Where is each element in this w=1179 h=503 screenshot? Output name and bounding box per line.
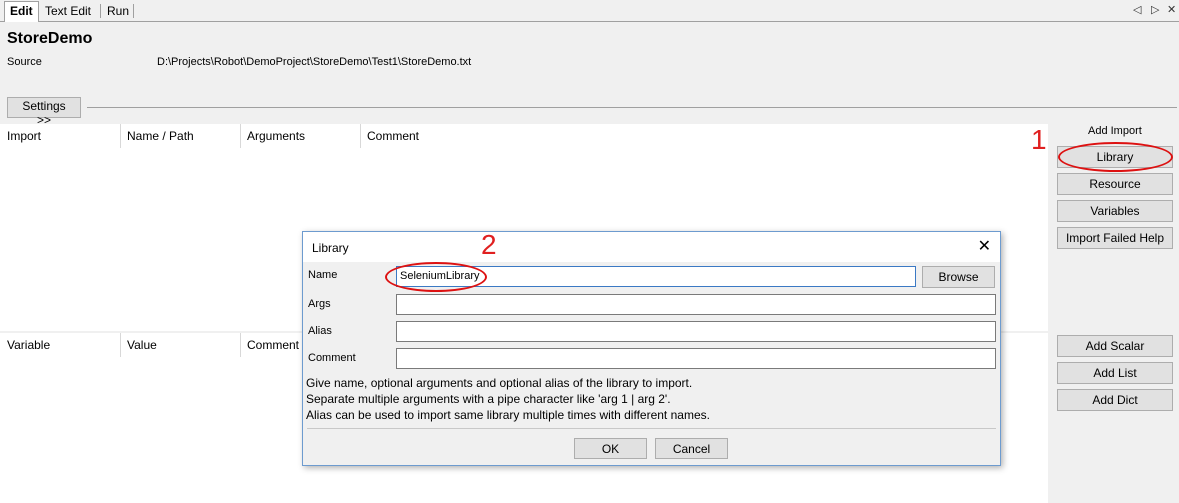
ok-button[interactable]: OK bbox=[574, 438, 647, 459]
resource-button[interactable]: Resource bbox=[1057, 173, 1173, 195]
column-header-comment[interactable]: Comment bbox=[247, 338, 299, 352]
column-header-comment[interactable]: Comment bbox=[367, 129, 419, 143]
dialog-divider bbox=[307, 428, 996, 429]
import-failed-help-button[interactable]: Import Failed Help bbox=[1057, 227, 1173, 249]
tab-edit[interactable]: Edit bbox=[4, 1, 39, 22]
column-header-name-path[interactable]: Name / Path bbox=[127, 129, 194, 143]
help-text-line: Separate multiple arguments with a pipe … bbox=[306, 392, 671, 406]
args-label: Args bbox=[308, 298, 331, 310]
column-divider bbox=[360, 124, 361, 148]
name-input[interactable]: SeleniumLibrary bbox=[396, 266, 916, 287]
add-scalar-button[interactable]: Add Scalar bbox=[1057, 335, 1173, 357]
source-label: Source bbox=[7, 56, 42, 68]
column-header-arguments[interactable]: Arguments bbox=[247, 129, 305, 143]
help-text-line: Alias can be used to import same library… bbox=[306, 408, 710, 422]
column-header-value[interactable]: Value bbox=[127, 338, 157, 352]
tab-divider bbox=[133, 4, 134, 18]
tab-text-edit[interactable]: Text Edit bbox=[40, 2, 96, 20]
comment-label: Comment bbox=[308, 352, 356, 364]
column-header-import[interactable]: Import bbox=[7, 129, 41, 143]
page-title: StoreDemo bbox=[7, 30, 93, 47]
library-dialog: Library ✕ Name SeleniumLibrary Browse Ar… bbox=[302, 231, 1001, 466]
triangle-right-icon[interactable]: ▷ bbox=[1151, 3, 1159, 16]
browse-button[interactable]: Browse bbox=[922, 266, 995, 288]
library-button[interactable]: Library bbox=[1057, 146, 1173, 168]
settings-divider bbox=[87, 107, 1177, 108]
add-dict-button[interactable]: Add Dict bbox=[1057, 389, 1173, 411]
tab-run[interactable]: Run bbox=[102, 2, 134, 20]
column-divider bbox=[240, 333, 241, 357]
dialog-titlebar[interactable]: Library ✕ bbox=[303, 232, 1000, 262]
add-import-label: Add Import bbox=[1088, 125, 1142, 137]
column-header-variable[interactable]: Variable bbox=[7, 338, 50, 352]
alias-input[interactable] bbox=[396, 321, 996, 342]
column-divider bbox=[240, 124, 241, 148]
column-divider bbox=[120, 333, 121, 357]
tab-divider bbox=[100, 4, 101, 18]
add-list-button[interactable]: Add List bbox=[1057, 362, 1173, 384]
settings-toggle-button[interactable]: Settings >> bbox=[7, 97, 81, 127]
cancel-button[interactable]: Cancel bbox=[655, 438, 728, 459]
alias-label: Alias bbox=[308, 325, 332, 337]
variables-button[interactable]: Variables bbox=[1057, 200, 1173, 222]
source-path: D:\Projects\Robot\DemoProject\StoreDemo\… bbox=[157, 56, 472, 68]
triangle-left-icon[interactable]: ◁ bbox=[1133, 3, 1141, 16]
help-text-line: Give name, optional arguments and option… bbox=[306, 376, 693, 390]
close-icon[interactable]: ✕ bbox=[1167, 3, 1176, 16]
annotation-marker-1: 1 bbox=[1031, 124, 1047, 155]
args-input[interactable] bbox=[396, 294, 996, 315]
annotation-marker-2: 2 bbox=[481, 229, 497, 260]
close-icon[interactable]: ✕ bbox=[978, 236, 991, 256]
column-divider bbox=[120, 124, 121, 148]
name-label: Name bbox=[308, 269, 338, 281]
dialog-title: Library bbox=[312, 241, 349, 255]
comment-input[interactable] bbox=[396, 348, 996, 369]
tab-bar: Edit Text Edit Run ◁ ▷ ✕ bbox=[0, 0, 1179, 22]
